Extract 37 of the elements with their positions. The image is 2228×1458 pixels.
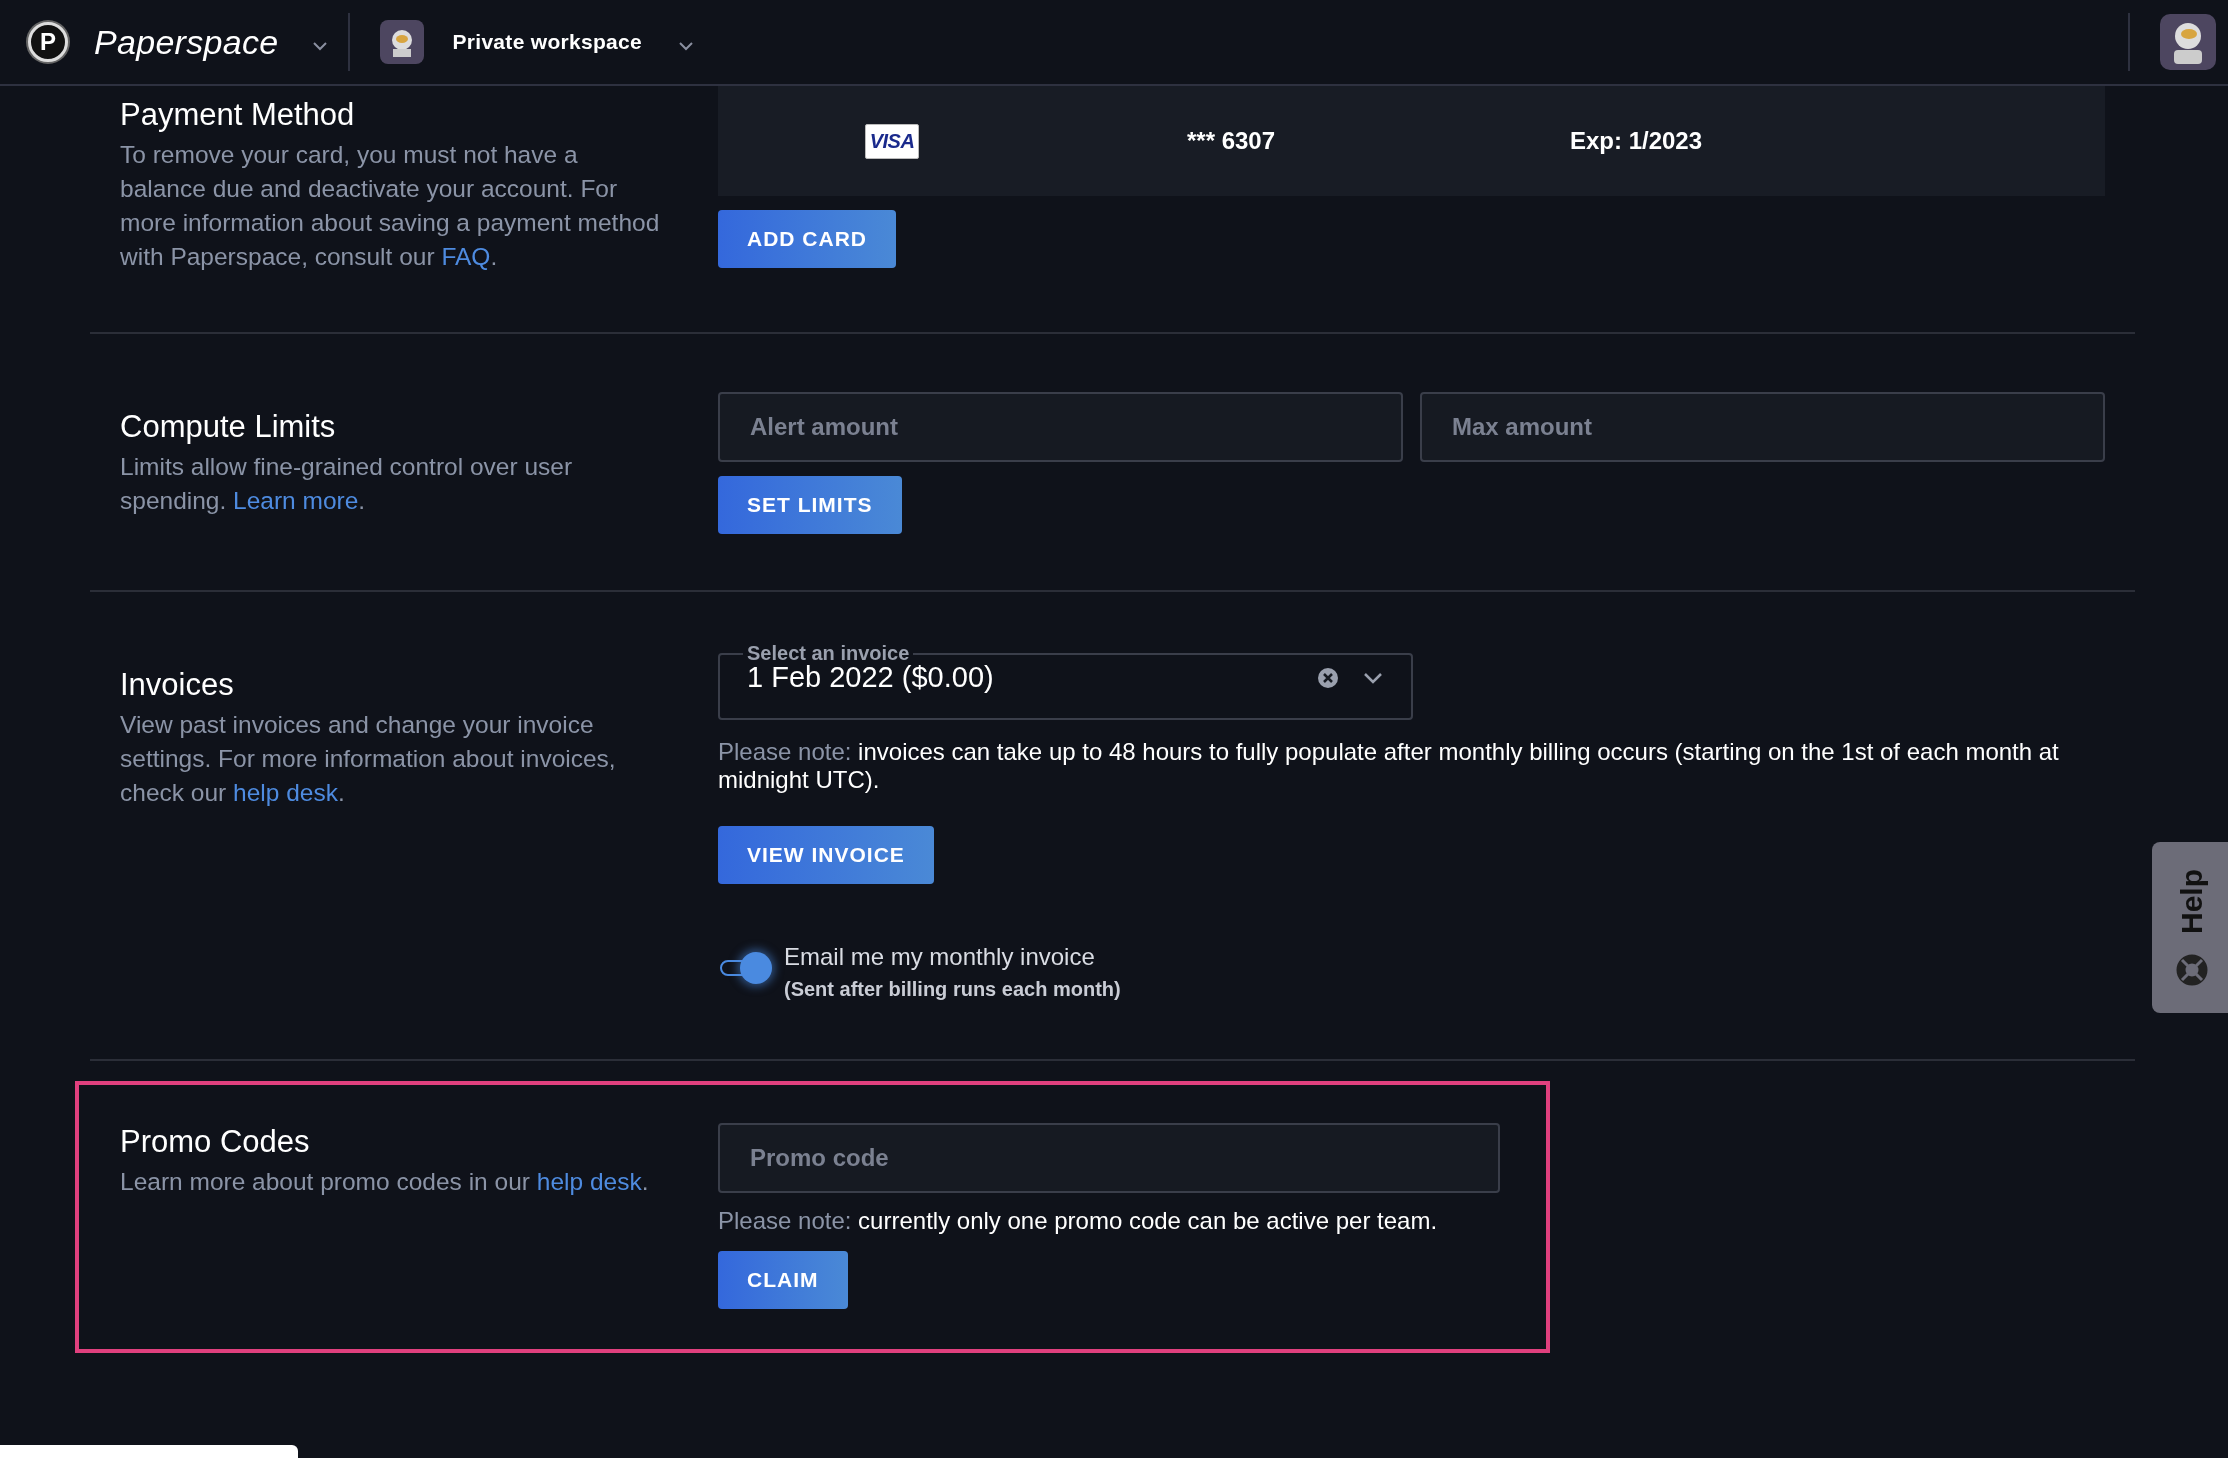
card-number: *** 6307 bbox=[1186, 127, 1276, 155]
section-title: Compute Limits bbox=[120, 408, 337, 446]
note-text: Please note: currently only one promo code can be active per team. bbox=[718, 1207, 1438, 1235]
invoice-select[interactable]: Select an invoice 1 Feb 2022 ($0.00) bbox=[718, 642, 1413, 720]
section-description: Limits allow fine-grained control over user spending. Learn more. bbox=[120, 452, 574, 516]
view-invoice-button[interactable]: VIEW INVOICE bbox=[718, 826, 934, 884]
lifebuoy-icon bbox=[2176, 954, 2208, 986]
set-limits-button[interactable]: SET LIMITS bbox=[718, 476, 902, 534]
workspace-name[interactable]: Private workspace bbox=[452, 30, 642, 54]
toggle-hint: (Sent after billing runs each month) bbox=[784, 978, 1121, 1001]
section-description: To remove your card, you must not have a balance due and deactivate your account. For more information about saving a payment method with Paperspace, consult our FAQ. bbox=[120, 140, 661, 272]
help-tab[interactable]: Help bbox=[2152, 842, 2228, 1013]
brand-name[interactable]: Paperspace bbox=[94, 22, 279, 62]
promo-code-field[interactable]: Promo code bbox=[718, 1123, 1500, 1193]
section-description: View past invoices and change your invoice settings. For more information about invoices, check our help desk. bbox=[120, 710, 617, 808]
section-description: Learn more about promo codes in our help desk. bbox=[120, 1167, 650, 1197]
chevron-down-icon[interactable] bbox=[1363, 671, 1383, 684]
workspace-avatar[interactable] bbox=[380, 20, 425, 64]
amount-field[interactable]: Alert amount bbox=[718, 392, 1403, 462]
help-link[interactable]: FAQ bbox=[441, 243, 491, 270]
help-link[interactable]: Learn more bbox=[233, 487, 359, 514]
clear-icon[interactable] bbox=[1317, 666, 1339, 689]
help-link[interactable]: help desk bbox=[536, 1168, 642, 1195]
help-label: Help bbox=[2175, 869, 2209, 934]
add-card-button[interactable]: ADD CARD bbox=[718, 210, 896, 268]
section-title: Payment Method bbox=[120, 96, 356, 134]
section-title: Invoices bbox=[120, 666, 235, 704]
toggle-label: Email me my monthly invoice bbox=[784, 942, 1096, 972]
amount-field[interactable]: Max amount bbox=[1420, 392, 2105, 462]
section-title: Promo Codes bbox=[120, 1123, 311, 1161]
card-brand-logo: VISA bbox=[864, 123, 920, 159]
claim-button[interactable]: CLAIM bbox=[718, 1251, 848, 1309]
note-text: Please note: invoices can take up to 48 hours to fully populate after monthly billing occurs (starting on the 1st of each month at midnight UTC). bbox=[718, 738, 2060, 794]
help-link[interactable]: help desk bbox=[233, 779, 338, 806]
user-avatar[interactable] bbox=[2160, 14, 2216, 70]
card-expiry: Exp: 1/2023 bbox=[1569, 127, 1703, 155]
logo-icon[interactable]: P bbox=[28, 22, 68, 62]
